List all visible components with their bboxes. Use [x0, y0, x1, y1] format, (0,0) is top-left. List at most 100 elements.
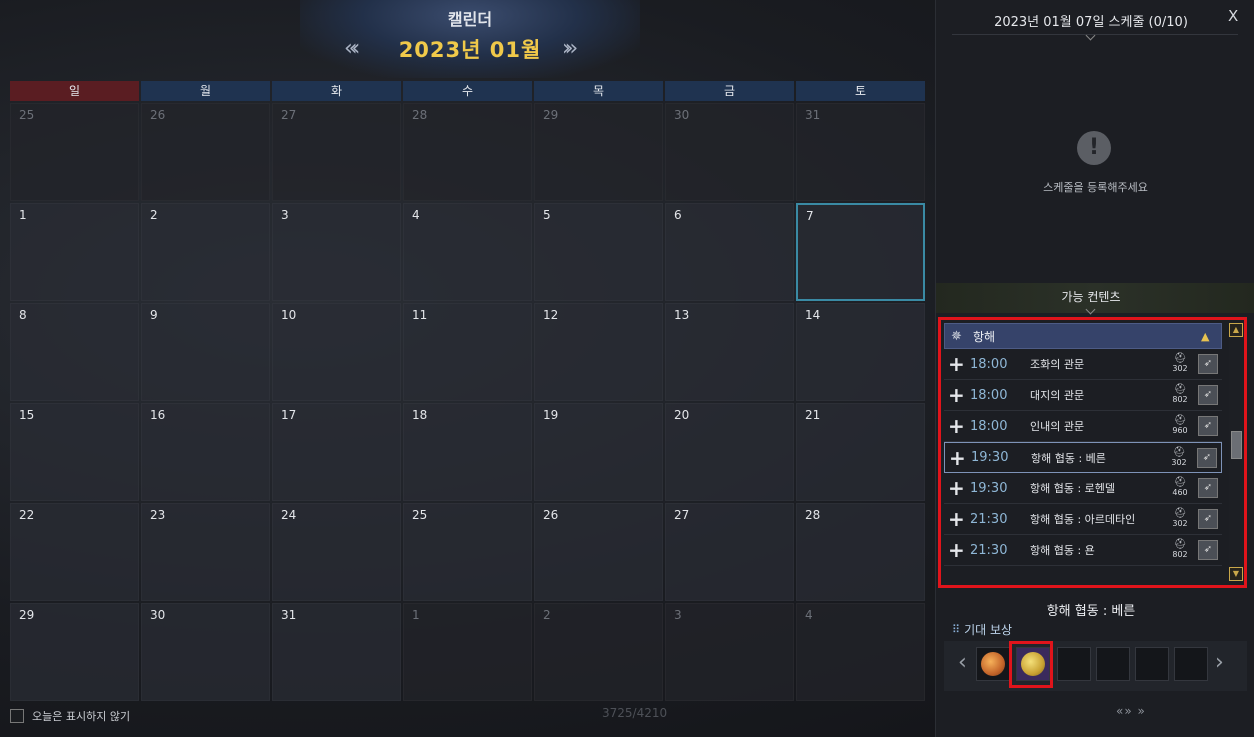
day-number: 3: [281, 208, 289, 222]
day-cell[interactable]: 11: [403, 303, 532, 401]
prev-month-button[interactable]: «‹: [344, 36, 360, 61]
day-cell[interactable]: 28: [796, 503, 925, 601]
schedule-title: 2023년 01월 07일 스케줄 (0/10): [994, 15, 1188, 30]
day-cell[interactable]: 4: [403, 203, 532, 301]
day-number: 17: [281, 408, 297, 422]
day-cell[interactable]: 15: [10, 403, 139, 501]
day-number: 9: [150, 308, 158, 322]
day-number: 15: [19, 408, 35, 422]
weekday-header: 일월화수목금토: [10, 81, 930, 101]
day-cell[interactable]: 25: [403, 503, 532, 601]
day-number: 19: [543, 408, 559, 422]
expected-reward-header: ⠿ 기대 보상: [952, 621, 1012, 638]
day-cell[interactable]: 20: [665, 403, 794, 501]
hide-today-checkbox[interactable]: [10, 709, 24, 723]
day-cell[interactable]: 13: [665, 303, 794, 401]
day-number: 30: [150, 608, 166, 622]
day-number: 11: [412, 308, 428, 322]
day-cell[interactable]: 26: [141, 103, 270, 201]
day-cell[interactable]: 23: [141, 503, 270, 601]
day-cell[interactable]: 9: [141, 303, 270, 401]
day-cell[interactable]: 17: [272, 403, 401, 501]
day-number: 7: [806, 209, 814, 223]
day-cell[interactable]: 3: [665, 603, 794, 701]
day-cell[interactable]: 4: [796, 603, 925, 701]
day-number: 21: [805, 408, 821, 422]
day-cell[interactable]: 5: [534, 203, 663, 301]
day-number: 26: [543, 508, 559, 522]
day-number: 4: [805, 608, 813, 622]
day-cell[interactable]: 29: [534, 103, 663, 201]
day-number: 26: [150, 108, 166, 122]
day-cell[interactable]: 16: [141, 403, 270, 501]
expected-reward-label: 기대 보상: [964, 623, 1013, 637]
day-cell[interactable]: 7: [796, 203, 925, 301]
calendar-header: 캘린더 «‹ 2023년 01월 ›»: [300, 0, 640, 78]
day-cell[interactable]: 30: [665, 103, 794, 201]
calendar-week: 29 30 31 1 2 3 4: [10, 603, 930, 701]
day-cell[interactable]: 31: [272, 603, 401, 701]
day-number: 27: [674, 508, 690, 522]
day-number: 16: [150, 408, 166, 422]
day-number: 13: [674, 308, 690, 322]
day-cell[interactable]: 27: [272, 103, 401, 201]
day-cell[interactable]: 31: [796, 103, 925, 201]
day-cell[interactable]: 10: [272, 303, 401, 401]
gift-icon: ⠿: [952, 623, 961, 636]
day-number: 31: [805, 108, 821, 122]
weekday-3: 수: [403, 81, 532, 101]
reward-slot[interactable]: [976, 647, 1010, 681]
day-cell[interactable]: 2: [141, 203, 270, 301]
calendar-week: 22 23 24 25 26 27 28: [10, 503, 930, 601]
day-cell[interactable]: 22: [10, 503, 139, 601]
day-cell[interactable]: 2: [534, 603, 663, 701]
day-cell[interactable]: 27: [665, 503, 794, 601]
day-number: 29: [19, 608, 35, 622]
coin-copper-icon: [981, 652, 1005, 676]
day-cell[interactable]: 19: [534, 403, 663, 501]
day-number: 29: [543, 108, 559, 122]
calendar-week: 25 26 27 28 29 30 31: [10, 103, 930, 201]
reward-slot[interactable]: [1174, 647, 1208, 681]
day-number: 12: [543, 308, 559, 322]
day-cell[interactable]: 24: [272, 503, 401, 601]
day-cell[interactable]: 1: [403, 603, 532, 701]
day-cell[interactable]: 18: [403, 403, 532, 501]
day-cell[interactable]: 30: [141, 603, 270, 701]
day-cell[interactable]: 21: [796, 403, 925, 501]
day-cell[interactable]: 3: [272, 203, 401, 301]
reward-slot[interactable]: [1057, 647, 1091, 681]
day-number: 14: [805, 308, 821, 322]
day-number: 28: [805, 508, 821, 522]
next-month-button[interactable]: ›»: [562, 36, 578, 61]
day-number: 6: [674, 208, 682, 222]
weekday-2: 화: [272, 81, 401, 101]
day-number: 23: [150, 508, 166, 522]
highlight-box-reward: [1009, 641, 1053, 688]
day-cell[interactable]: 8: [10, 303, 139, 401]
day-cell[interactable]: 14: [796, 303, 925, 401]
close-button[interactable]: X: [1228, 7, 1238, 25]
day-cell[interactable]: 25: [10, 103, 139, 201]
day-number: 5: [543, 208, 551, 222]
day-cell[interactable]: 29: [10, 603, 139, 701]
day-number: 25: [412, 508, 428, 522]
reward-slot[interactable]: [1096, 647, 1130, 681]
reward-next-button[interactable]: ›: [1215, 650, 1224, 675]
calendar-grid: 25 26 27 28 29 30 31 1 2 3 4 5 6 7 8 9 10 11 12 13 14 15 16 17 1…: [10, 103, 930, 703]
reward-prev-button[interactable]: ‹: [958, 650, 967, 675]
counter-text: 3725/4210: [602, 706, 668, 720]
day-cell[interactable]: 6: [665, 203, 794, 301]
day-cell[interactable]: 28: [403, 103, 532, 201]
day-cell[interactable]: 1: [10, 203, 139, 301]
day-cell[interactable]: 12: [534, 303, 663, 401]
day-number: 25: [19, 108, 35, 122]
reward-slot[interactable]: [1135, 647, 1169, 681]
weekday-4: 목: [534, 81, 663, 101]
day-number: 1: [19, 208, 27, 222]
calendar-window: 캘린더 «‹ 2023년 01월 ›» 일월화수목금토 25 26 27 28 29 30…: [0, 0, 1254, 737]
weekday-6: 토: [796, 81, 925, 101]
day-cell[interactable]: 26: [534, 503, 663, 601]
day-number: 1: [412, 608, 420, 622]
page-arrows[interactable]: «» »: [1116, 704, 1146, 718]
